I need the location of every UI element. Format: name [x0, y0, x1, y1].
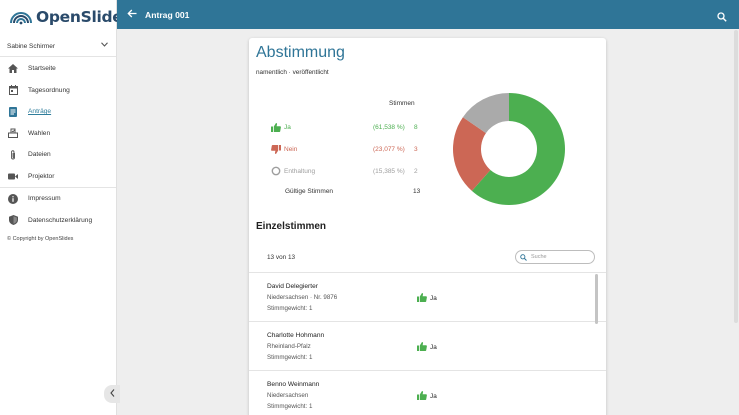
result-percent: (23,077 %) — [373, 145, 405, 153]
votes-search-input[interactable] — [531, 254, 591, 260]
user-name: Sabine Schirmer — [7, 43, 56, 50]
valid-votes-label: Gültige Stimmen — [285, 188, 334, 195]
voter-weight: Stimmgewicht: 1 — [267, 305, 313, 312]
result-percent: (15,385 %) — [373, 167, 405, 175]
valid-votes-count: 13 — [413, 188, 421, 195]
result-label: Ja — [284, 123, 291, 131]
chevron-left-icon — [109, 389, 115, 399]
vote-label: Ja — [430, 294, 437, 302]
collapse-sidebar-button[interactable] — [104, 385, 120, 403]
search-icon — [520, 248, 527, 266]
nav-item-dateien[interactable]: Dateien — [0, 144, 116, 166]
list-item[interactable]: Charlotte Hohmann Rheinland-Pfalz Stimmg… — [249, 321, 606, 370]
voter-region: Niedersachsen — [267, 392, 309, 399]
copyright-text: © Copyright by OpenSlides — [7, 236, 74, 242]
main-nav: Startseite Tagesordnung Anträge Wahlen D… — [0, 58, 116, 231]
result-percent: (61,538 %) — [373, 123, 405, 131]
result-votes: 2 — [414, 167, 418, 175]
voter-vote: Ja — [417, 342, 437, 352]
sidebar: OpenSlides Sabine Schirmer Startseite Ta… — [0, 0, 132, 415]
nav-item-projektor[interactable]: Projektor — [0, 166, 116, 188]
videocam-icon — [7, 170, 19, 182]
top-bar: Antrag 001 — [117, 0, 739, 29]
result-label: Enthaltung — [284, 167, 316, 175]
voter-name: David Delegierter — [267, 283, 318, 290]
thumb-up-icon — [417, 342, 427, 352]
shield-icon — [7, 214, 19, 226]
result-row-abstain: Enthaltung (15,385 %) 2 — [271, 165, 421, 177]
nav-item-datenschutz[interactable]: Datenschutzerklärung — [0, 210, 116, 232]
votes-column-header: Stimmen — [389, 100, 415, 107]
poll-card: Abstimmung namentlich · veröffentlicht S… — [249, 38, 606, 415]
document-icon — [7, 106, 19, 118]
poll-subtitle: namentlich · veröffentlicht — [256, 69, 329, 76]
nav-label: Startseite — [28, 65, 56, 73]
voter-weight: Stimmgewicht: 1 — [267, 354, 313, 361]
home-icon — [7, 63, 19, 75]
nav-label: Dateien — [28, 151, 51, 159]
logo-icon — [9, 9, 33, 25]
poll-title: Abstimmung — [256, 44, 345, 61]
voter-vote: Ja — [417, 293, 437, 303]
back-arrow-icon[interactable] — [127, 9, 139, 21]
page-title: Antrag 001 — [145, 9, 190, 20]
single-votes-title: Einzelstimmen — [256, 221, 327, 232]
thumb-up-icon — [417, 391, 427, 401]
result-label: Nein — [284, 145, 298, 153]
info-icon — [7, 193, 19, 205]
nav-item-wahlen[interactable]: Wahlen — [0, 123, 116, 145]
result-row-yes: Ja (61,538 %) 8 — [271, 121, 421, 133]
nav-item-startseite[interactable]: Startseite — [0, 58, 116, 80]
openslides-logo[interactable]: OpenSlides — [9, 7, 132, 27]
page-scrollbar[interactable] — [734, 30, 738, 323]
result-votes: 8 — [414, 123, 418, 131]
voter-name: Charlotte Hohmann — [267, 332, 325, 339]
voter-region: Rheinland-Pfalz — [267, 343, 311, 350]
thumb-up-icon — [417, 293, 427, 303]
result-votes: 3 — [414, 145, 418, 153]
result-row-no: Nein (23,077 %) 3 — [271, 143, 421, 155]
nav-item-impressum[interactable]: Impressum — [0, 188, 116, 210]
nav-label: Anträge — [28, 108, 52, 116]
search-icon[interactable] — [717, 9, 728, 22]
thumb-up-icon — [271, 122, 281, 132]
vote-label: Ja — [430, 392, 437, 400]
poll-donut-chart — [453, 93, 565, 205]
nav-label: Impressum — [28, 195, 61, 203]
calendar-icon — [7, 84, 19, 96]
list-item[interactable]: David Delegierter Niedersachsen · Nr. 98… — [249, 272, 606, 321]
thumb-down-icon — [271, 144, 281, 154]
voter-name: Benno Weinmann — [267, 381, 320, 388]
nav-label: Datenschutzerklärung — [28, 216, 93, 224]
votes-count: 13 von 13 — [267, 254, 296, 261]
single-votes-list: David Delegierter Niedersachsen · Nr. 98… — [249, 272, 606, 415]
voter-weight: Stimmgewicht: 1 — [267, 403, 313, 410]
nav-label: Wahlen — [28, 129, 51, 137]
voter-region: Niedersachsen · Nr. 9876 — [267, 294, 338, 301]
nav-label: Projektor — [28, 172, 55, 180]
circle-icon — [271, 166, 281, 176]
voter-vote: Ja — [417, 391, 437, 401]
ballot-icon — [7, 127, 19, 139]
nav-label: Tagesordnung — [28, 86, 70, 94]
nav-item-antraege[interactable]: Anträge — [0, 101, 116, 123]
votes-search[interactable] — [515, 250, 595, 264]
list-scrollbar[interactable] — [595, 274, 598, 324]
nav-item-tagesordnung[interactable]: Tagesordnung — [0, 80, 116, 102]
chevron-down-icon — [101, 42, 108, 49]
user-menu[interactable]: Sabine Schirmer — [0, 37, 116, 57]
list-item[interactable]: Benno Weinmann Niedersachsen Stimmgewich… — [249, 370, 606, 415]
paperclip-icon — [7, 149, 19, 161]
vote-label: Ja — [430, 343, 437, 351]
